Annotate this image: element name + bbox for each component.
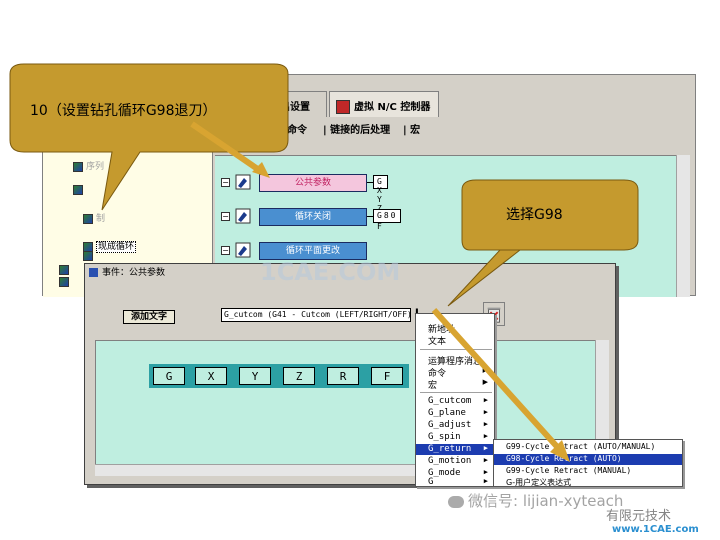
step-callout-bubble (9, 63, 289, 211)
watermark-wechat: 微信号: lijian-xyteach (448, 490, 623, 511)
select-callout-text: 选择G98 (506, 207, 563, 223)
watermark-brand: 有限元技术 (606, 509, 672, 524)
step-callout-text: 10（设置钻孔循环G98退刀） (30, 103, 217, 119)
wechat-icon (448, 495, 464, 508)
select-callout-bubble (447, 179, 639, 307)
watermark-site: www.1CAE.com (612, 524, 699, 535)
select-arrow (431, 307, 563, 453)
watermark-center: 1CAE.COM (260, 258, 401, 286)
